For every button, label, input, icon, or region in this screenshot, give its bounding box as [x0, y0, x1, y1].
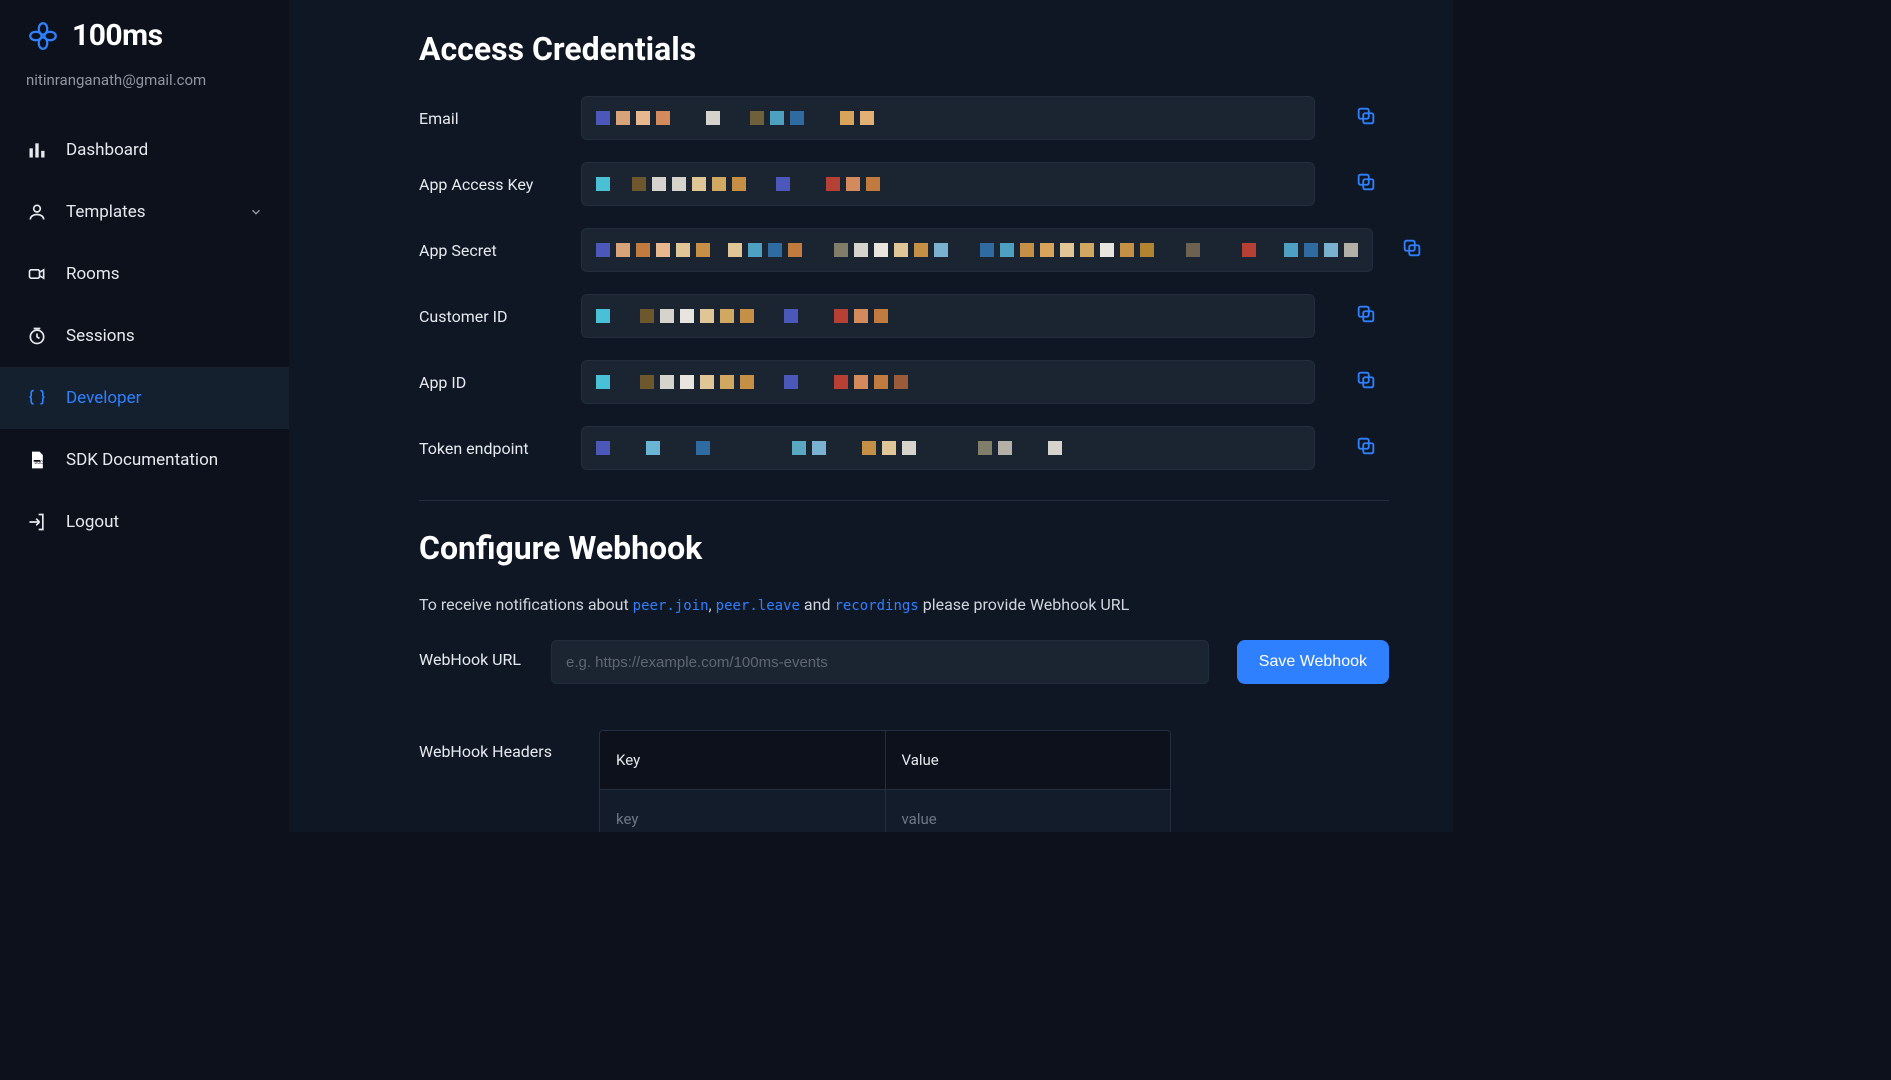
nav-item-developer[interactable]: Developer — [0, 367, 289, 429]
credential-row-app_id: App ID — [419, 360, 1389, 404]
nav-item-templates[interactable]: Templates — [0, 181, 289, 243]
clock-icon — [26, 326, 48, 346]
nav-label: SDK Documentation — [66, 450, 218, 470]
credential-value-app_id — [581, 360, 1315, 404]
credential-label: Customer ID — [419, 307, 553, 326]
nav-item-dashboard[interactable]: Dashboard — [0, 119, 289, 181]
credential-value-app_access_key — [581, 162, 1315, 206]
copy-icon — [1355, 303, 1377, 329]
copy-icon — [1401, 237, 1423, 263]
headers-col-value: Value — [886, 731, 1171, 789]
credential-row-app_secret: App Secret — [419, 228, 1389, 272]
code-recordings: recordings — [834, 598, 918, 614]
copy-icon — [1355, 171, 1377, 197]
copy-button-app_secret[interactable] — [1401, 228, 1423, 272]
nav-label: Sessions — [66, 326, 135, 346]
copy-icon — [1355, 435, 1377, 461]
save-webhook-button[interactable]: Save Webhook — [1237, 640, 1389, 684]
credential-row-token_endpoint: Token endpoint — [419, 426, 1389, 470]
webhook-url-label: WebHook URL — [419, 640, 523, 671]
headers-col-key: Key — [600, 731, 886, 789]
bars-icon — [26, 140, 48, 160]
copy-button-token_endpoint[interactable] — [1343, 426, 1389, 470]
exit-icon — [26, 512, 48, 532]
credential-value-email — [581, 96, 1315, 140]
section-divider — [419, 500, 1389, 501]
code-peer-join: peer.join — [633, 598, 709, 614]
brand-name: 100ms — [72, 18, 163, 53]
nav: Dashboard Templates Rooms — [0, 119, 289, 553]
nav-label: Templates — [66, 202, 146, 222]
credentials-heading: Access Credentials — [419, 30, 1389, 68]
copy-button-app_access_key[interactable] — [1343, 162, 1389, 206]
nav-item-rooms[interactable]: Rooms — [0, 243, 289, 305]
user-email: nitinranganath@gmail.com — [0, 71, 289, 89]
copy-button-app_id[interactable] — [1343, 360, 1389, 404]
copy-button-email[interactable] — [1343, 96, 1389, 140]
doc-icon: DOC — [26, 450, 48, 470]
credential-label: App Access Key — [419, 175, 553, 194]
credential-row-app_access_key: App Access Key — [419, 162, 1389, 206]
credential-label: App Secret — [419, 241, 553, 260]
headers-key-input[interactable]: key — [600, 790, 886, 832]
credential-row-customer_id: Customer ID — [419, 294, 1389, 338]
sidebar: 100ms nitinranganath@gmail.com Dashboard… — [0, 0, 289, 832]
credential-value-customer_id — [581, 294, 1315, 338]
nav-item-sessions[interactable]: Sessions — [0, 305, 289, 367]
camera-icon — [26, 264, 48, 284]
svg-text:DOC: DOC — [35, 461, 44, 466]
nav-item-docs[interactable]: DOC SDK Documentation — [0, 429, 289, 491]
code-peer-leave: peer.leave — [716, 598, 800, 614]
credential-label: Token endpoint — [419, 439, 553, 458]
brand-logo-icon — [26, 19, 60, 53]
copy-icon — [1355, 105, 1377, 131]
webhook-description: To receive notifications about peer.join… — [419, 595, 1389, 614]
webhook-headers-label: WebHook Headers — [419, 730, 553, 763]
person-icon — [26, 202, 48, 222]
credential-value-token_endpoint — [581, 426, 1315, 470]
chevron-down-icon — [249, 205, 263, 219]
nav-label: Developer — [66, 388, 141, 408]
nav-item-logout[interactable]: Logout — [0, 491, 289, 553]
webhook-url-input[interactable] — [551, 640, 1209, 684]
nav-label: Dashboard — [66, 140, 148, 160]
nav-label: Logout — [66, 512, 119, 532]
credential-label: App ID — [419, 373, 553, 392]
copy-button-customer_id[interactable] — [1343, 294, 1389, 338]
webhook-heading: Configure Webhook — [419, 529, 1389, 567]
copy-icon — [1355, 369, 1377, 395]
nav-label: Rooms — [66, 264, 120, 284]
headers-value-input[interactable]: value — [886, 790, 1171, 832]
brand: 100ms — [0, 18, 289, 53]
credential-label: Email — [419, 109, 553, 128]
braces-icon — [26, 388, 48, 408]
credential-value-app_secret — [581, 228, 1373, 272]
webhook-headers-table: Key Value key value + — [599, 730, 1171, 832]
main: Access Credentials Email App Access Key Ap… — [289, 0, 1453, 832]
credential-row-email: Email — [419, 96, 1389, 140]
